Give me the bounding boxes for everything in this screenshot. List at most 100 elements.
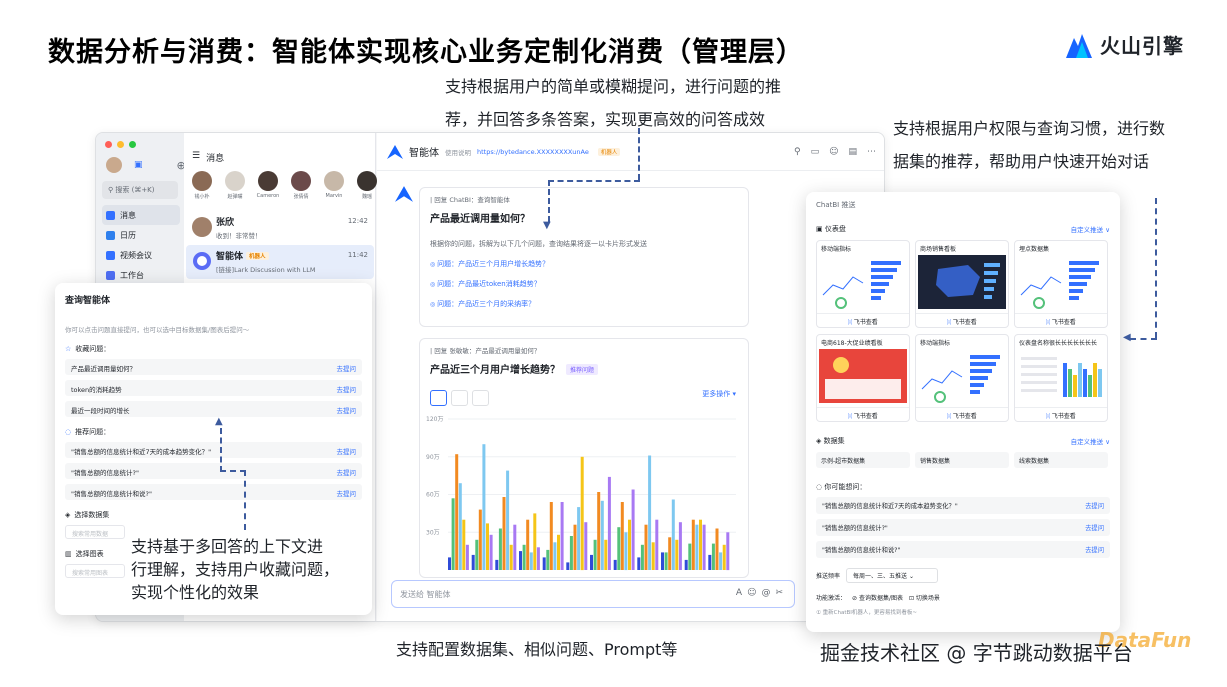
rec-question[interactable]: "销售总额的信息统计?" 去提问 (65, 463, 362, 479)
ask-button[interactable]: 去提问 (337, 467, 357, 477)
bar[interactable] (498, 528, 502, 571)
contact-avatar[interactable]: Marvin (322, 171, 346, 200)
nav-item-messages[interactable]: 消息 (102, 205, 180, 225)
freq-select[interactable]: 每周一、三、五推送 ⌄ (846, 568, 939, 583)
close-dot[interactable] (105, 141, 112, 148)
compose-icon[interactable]: ▣ (134, 160, 143, 170)
dashboard-card[interactable]: 移动端指标 ᛞ 飞书查看 (915, 334, 1009, 422)
func-switch-button[interactable]: ⊡ 切换场景 (909, 593, 940, 602)
ask-button[interactable]: 去提问 (1085, 501, 1104, 510)
lark-view-button[interactable]: ᛞ 飞书查看 (916, 313, 1008, 327)
bar-chart-icon[interactable] (430, 390, 447, 406)
dashboard-card[interactable]: 商场销售看板 ᛞ 飞书查看 (915, 240, 1009, 328)
more-actions[interactable]: 更多操作 ▾ (702, 389, 736, 399)
search-icon[interactable]: ⚲ (794, 147, 801, 157)
custom-push-link[interactable]: 自定义推送 ∨ (1071, 224, 1110, 234)
bar[interactable] (584, 522, 588, 570)
bar[interactable] (590, 554, 593, 570)
bar[interactable] (624, 532, 628, 571)
dataset-chip[interactable]: 线索数据集 (1014, 452, 1108, 468)
question-link[interactable]: 问题：产品近三个月的采纳率？ (430, 299, 738, 309)
rec-question[interactable]: "销售总额的信息统计和近7天的成本趋势变化？" 去提问 (65, 442, 362, 458)
contact-avatar[interactable]: Cameron (256, 171, 280, 200)
conversation-item[interactable]: 张欣 收到！非常赞！ 12:42 (186, 211, 374, 245)
font-icon[interactable]: A (736, 588, 747, 598)
lark-view-button[interactable]: ᛞ 飞书查看 (817, 313, 909, 327)
contact-avatar[interactable]: 赵弹嘴 (223, 171, 247, 200)
ask-button[interactable]: 去提问 (337, 446, 357, 456)
bar[interactable] (620, 502, 624, 570)
bar[interactable] (678, 522, 682, 570)
suggested-question[interactable]: "销售总额的信息统计?" 去提问 (816, 519, 1110, 536)
bar[interactable] (617, 527, 621, 570)
dataset-chip[interactable]: 示例-超市数据集 (816, 452, 910, 468)
dashboard-card[interactable]: 电商618-大促业绩看板 ᛞ 飞书查看 (816, 334, 910, 422)
conversation-item-selected[interactable]: 智能体 机器人 [链接]Lark Discussion with LLM 11:4… (186, 245, 374, 279)
table-chart-icon[interactable] (472, 390, 489, 406)
bar[interactable] (580, 456, 584, 571)
bar[interactable] (675, 539, 679, 570)
lark-view-button[interactable]: ᛞ 飞书查看 (817, 407, 909, 421)
chart-search[interactable]: 搜索常用图表 (65, 564, 125, 578)
contact-avatar[interactable]: 魏瑶 (355, 171, 379, 200)
bar[interactable] (631, 489, 635, 571)
doc-icon[interactable]: ▤ (848, 147, 857, 157)
bar[interactable] (455, 454, 459, 570)
custom-push-link[interactable]: 自定义推送 ∨ (1071, 436, 1110, 446)
bar[interactable] (533, 513, 537, 570)
bar[interactable] (640, 544, 644, 570)
bar[interactable] (513, 524, 517, 570)
dataset-search[interactable]: 搜索常用数据 (65, 525, 125, 539)
func-query-button[interactable]: ⊘ 查询数据集/图表 (852, 593, 903, 602)
bar[interactable] (661, 552, 664, 570)
mention-icon[interactable]: @ (761, 588, 775, 598)
bar[interactable] (702, 524, 706, 570)
bar[interactable] (462, 519, 466, 570)
ask-button[interactable]: 去提问 (337, 488, 357, 498)
more-icon[interactable]: ⋯ (867, 147, 876, 157)
bar[interactable] (708, 554, 712, 570)
lark-view-button[interactable]: ᛞ 飞书查看 (916, 407, 1008, 421)
bar[interactable] (593, 539, 597, 570)
user-avatar[interactable] (106, 157, 122, 173)
bar[interactable] (489, 534, 493, 570)
video-icon[interactable]: ▭ (811, 147, 820, 157)
contact-avatar[interactable]: 钱小朴 (190, 171, 214, 200)
suggested-question[interactable]: "销售总额的信息统计和近7天的成本趋势变化？" 去提问 (816, 497, 1110, 514)
dashboard-card[interactable]: 移动端指标 ᛞ 飞书查看 (816, 240, 910, 328)
dashboard-card[interactable]: 仪表盘名称很长长长长长长长 ᛞ 飞书查看 (1014, 334, 1108, 422)
window-controls[interactable] (105, 141, 136, 148)
bar[interactable] (542, 557, 546, 570)
bar[interactable] (509, 544, 513, 570)
bar[interactable] (637, 557, 641, 570)
bar[interactable] (475, 539, 479, 570)
minimize-dot[interactable] (117, 141, 124, 148)
lark-view-button[interactable]: ᛞ 飞书查看 (1015, 313, 1107, 327)
ask-button[interactable]: 去提问 (337, 363, 357, 373)
bar[interactable] (671, 499, 675, 571)
bar[interactable] (607, 476, 611, 570)
line-chart-icon[interactable] (451, 390, 468, 406)
bar[interactable] (651, 542, 655, 570)
suggested-question[interactable]: "销售总额的信息统计和说?" 去提问 (816, 541, 1110, 558)
bar[interactable] (722, 544, 726, 570)
bar[interactable] (553, 542, 557, 570)
bar[interactable] (536, 547, 540, 570)
bar[interactable] (478, 509, 482, 570)
bar[interactable] (529, 552, 533, 570)
fav-question[interactable]: 产品最近调用量如何？ 去提问 (65, 359, 362, 375)
bar[interactable] (569, 536, 573, 570)
bar[interactable] (560, 502, 564, 570)
bar[interactable] (691, 519, 695, 570)
contact-avatar[interactable]: 张倩倩 (289, 171, 313, 200)
bar[interactable] (471, 554, 475, 570)
bar[interactable] (648, 455, 652, 571)
bar[interactable] (711, 543, 715, 570)
bar[interactable] (486, 523, 489, 570)
lark-view-button[interactable]: ᛞ 飞书查看 (1015, 407, 1107, 421)
ask-button[interactable]: 去提问 (1085, 523, 1104, 532)
bar[interactable] (448, 557, 451, 570)
bar[interactable] (502, 497, 506, 570)
bar[interactable] (604, 539, 608, 570)
bar[interactable] (655, 519, 659, 570)
